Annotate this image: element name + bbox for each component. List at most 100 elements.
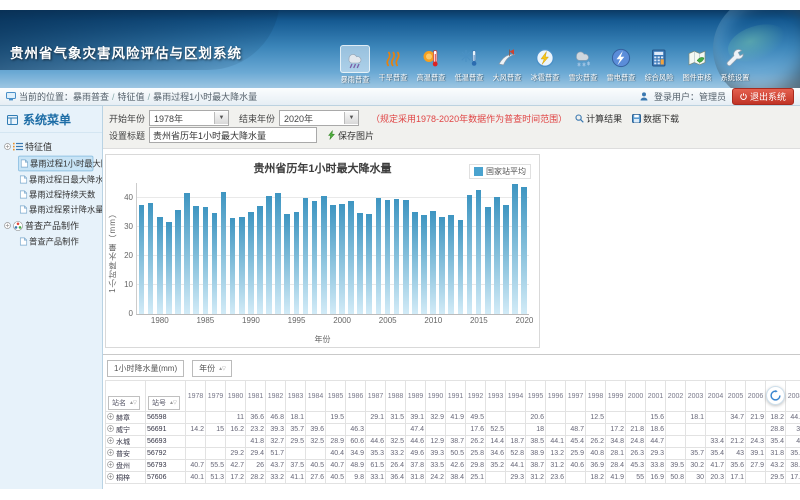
year-column-1984[interactable]: 1984 bbox=[306, 381, 326, 412]
value-cell-2008: 35.5 bbox=[786, 448, 800, 460]
data-download-button[interactable]: 数据下载 bbox=[632, 112, 679, 125]
year-column-1988[interactable]: 1988 bbox=[386, 381, 406, 412]
nav-item-label: 综合风险 bbox=[642, 73, 676, 83]
year-column-1996[interactable]: 1996 bbox=[546, 381, 566, 412]
measure-field-chip[interactable]: 1小时降水量(mm) bbox=[107, 360, 184, 377]
expand-row-icon[interactable] bbox=[107, 473, 114, 480]
nav-item-hail[interactable]: 冰雹普查 bbox=[526, 45, 564, 85]
value-cell-1982: 51.7 bbox=[266, 448, 286, 460]
menu-window-icon bbox=[7, 115, 18, 125]
value-cell-1997 bbox=[566, 412, 586, 424]
year-column-1998[interactable]: 1998 bbox=[586, 381, 606, 412]
x-tick-label: 1980 bbox=[151, 316, 169, 325]
year-column-2006[interactable]: 2006 bbox=[746, 381, 766, 412]
bar-1991 bbox=[257, 206, 263, 314]
sidebar-item-label: 暴雨过程日最大降水量 bbox=[29, 174, 103, 186]
tree-group-2[interactable]: 普查产品制作 bbox=[4, 217, 100, 234]
breadcrumb-item-3[interactable]: 暴雨过程1小时最大降水量 bbox=[153, 90, 257, 103]
value-cell-2002 bbox=[666, 424, 686, 436]
nav-item-risk[interactable]: 综合风险 bbox=[640, 45, 678, 85]
sidebar-item[interactable]: 暴雨过程累计降水量 bbox=[18, 203, 93, 217]
year-column-2002[interactable]: 2002 bbox=[666, 381, 686, 412]
nav-item-settings[interactable]: 系统设置 bbox=[716, 45, 754, 85]
breadcrumb-item-2[interactable]: 特征值 bbox=[118, 90, 145, 103]
year-column-1987[interactable]: 1987 bbox=[366, 381, 386, 412]
bar-1992 bbox=[266, 196, 272, 314]
nav-item-wind[interactable]: 大风普查 bbox=[488, 45, 526, 85]
year-column-1983[interactable]: 1983 bbox=[286, 381, 306, 412]
nav-item-lowtemp[interactable]: 低温普查 bbox=[450, 45, 488, 85]
year-column-2003[interactable]: 2003 bbox=[686, 381, 706, 412]
year-column-1982[interactable]: 1982 bbox=[266, 381, 286, 412]
value-cell-2005: 43 bbox=[726, 448, 746, 460]
start-year-select[interactable]: 1978年▼ bbox=[149, 110, 229, 126]
expand-row-icon[interactable] bbox=[107, 449, 114, 456]
year-column-2000[interactable]: 2000 bbox=[626, 381, 646, 412]
expand-row-icon[interactable] bbox=[107, 425, 114, 432]
expand-row-icon[interactable] bbox=[107, 461, 114, 468]
station-id-sort-chip[interactable]: 站号▲▽ bbox=[148, 396, 180, 410]
year-column-1997[interactable]: 1997 bbox=[566, 381, 586, 412]
year-column-1980[interactable]: 1980 bbox=[226, 381, 246, 412]
year-column-1989[interactable]: 1989 bbox=[406, 381, 426, 412]
value-cell-2002 bbox=[666, 412, 686, 424]
x-axis-title: 年份 bbox=[106, 334, 539, 345]
station-id-cell: 56792 bbox=[146, 448, 186, 460]
year-column-1990[interactable]: 1990 bbox=[426, 381, 446, 412]
year-field-chip[interactable]: 年份▲▽ bbox=[192, 360, 232, 377]
bar-2019 bbox=[512, 184, 518, 314]
tree-group-1[interactable]: 特征值 bbox=[4, 138, 100, 155]
nav-item-rainstorm[interactable]: 暴雨普查 bbox=[336, 45, 374, 85]
year-column-1981[interactable]: 1981 bbox=[246, 381, 266, 412]
nav-item-drought[interactable]: 干旱普查 bbox=[374, 45, 412, 85]
breadcrumb-bar: 当前的位置： 暴雨普查 / 特征值 / 暴雨过程1小时最大降水量 登录用户：管理… bbox=[0, 88, 800, 106]
value-cell-1988: 32.5 bbox=[386, 436, 406, 448]
expand-row-icon[interactable] bbox=[107, 413, 114, 420]
breadcrumb-item-1[interactable]: 暴雨普查 bbox=[73, 90, 109, 103]
year-column-2005[interactable]: 2005 bbox=[726, 381, 746, 412]
expand-icon bbox=[4, 143, 11, 150]
value-cell-1982: 33.2 bbox=[266, 472, 286, 484]
year-column-1993[interactable]: 1993 bbox=[486, 381, 506, 412]
year-column-1995[interactable]: 1995 bbox=[526, 381, 546, 412]
expand-row-icon[interactable] bbox=[107, 437, 114, 444]
nav-item-lightning[interactable]: 雷电普查 bbox=[602, 45, 640, 85]
floating-refresh-button[interactable] bbox=[766, 386, 785, 405]
nav-item-map-audit[interactable]: 图件审核 bbox=[678, 45, 716, 85]
sidebar-item[interactable]: 暴雨过程日最大降水量 bbox=[18, 173, 93, 187]
breadcrumb-separator: / bbox=[148, 92, 151, 102]
sidebar-item[interactable]: 暴雨过程持续天数 bbox=[18, 188, 93, 202]
bar-1990 bbox=[248, 212, 254, 314]
value-cell-1994 bbox=[506, 412, 526, 424]
year-column-1991[interactable]: 1991 bbox=[446, 381, 466, 412]
location-icon bbox=[6, 92, 16, 101]
year-column-1985[interactable]: 1985 bbox=[326, 381, 346, 412]
end-year-select[interactable]: 2020年▼ bbox=[279, 110, 359, 126]
year-column-1992[interactable]: 1992 bbox=[466, 381, 486, 412]
sidebar-item[interactable]: 暴雨过程1小时最大降水量 bbox=[18, 156, 93, 172]
nav-item-snow[interactable]: 雪灾普查 bbox=[564, 45, 602, 85]
year-column-1978[interactable]: 1978 bbox=[186, 381, 206, 412]
year-column-1986[interactable]: 1986 bbox=[346, 381, 366, 412]
save-image-button[interactable]: 保存图片 bbox=[327, 129, 374, 142]
year-column-2008[interactable]: 2008 bbox=[786, 381, 800, 412]
calc-result-button[interactable]: 计算结果 bbox=[575, 112, 622, 125]
value-cell-1995: 38.9 bbox=[526, 448, 546, 460]
bar-1979 bbox=[148, 203, 154, 314]
year-column-1999[interactable]: 1999 bbox=[606, 381, 626, 412]
year-column-2001[interactable]: 2001 bbox=[646, 381, 666, 412]
nav-item-heat[interactable]: 高温普查 bbox=[412, 45, 450, 85]
chart-title-input[interactable] bbox=[149, 127, 317, 143]
logout-button[interactable]: 退出系统 bbox=[732, 88, 794, 105]
year-column-1994[interactable]: 1994 bbox=[506, 381, 526, 412]
value-cell-1993: 34.6 bbox=[486, 448, 506, 460]
year-column-2004[interactable]: 2004 bbox=[706, 381, 726, 412]
value-cell-1989: 31.8 bbox=[406, 472, 426, 484]
value-cell-1995: 20.6 bbox=[526, 412, 546, 424]
top-banner: 贵州省气象灾害风险评估与区划系统 暴雨普查干旱普查高温普查低温普查大风普查冰雹普… bbox=[0, 10, 800, 88]
sidebar-item[interactable]: 普查产品制作 bbox=[18, 235, 93, 249]
chart-legend[interactable]: 国家站平均 bbox=[469, 164, 531, 179]
year-column-1979[interactable]: 1979 bbox=[206, 381, 226, 412]
station-name-sort-chip[interactable]: 站名▲▽ bbox=[108, 396, 140, 410]
nav-item-label: 雪灾普查 bbox=[566, 73, 600, 83]
